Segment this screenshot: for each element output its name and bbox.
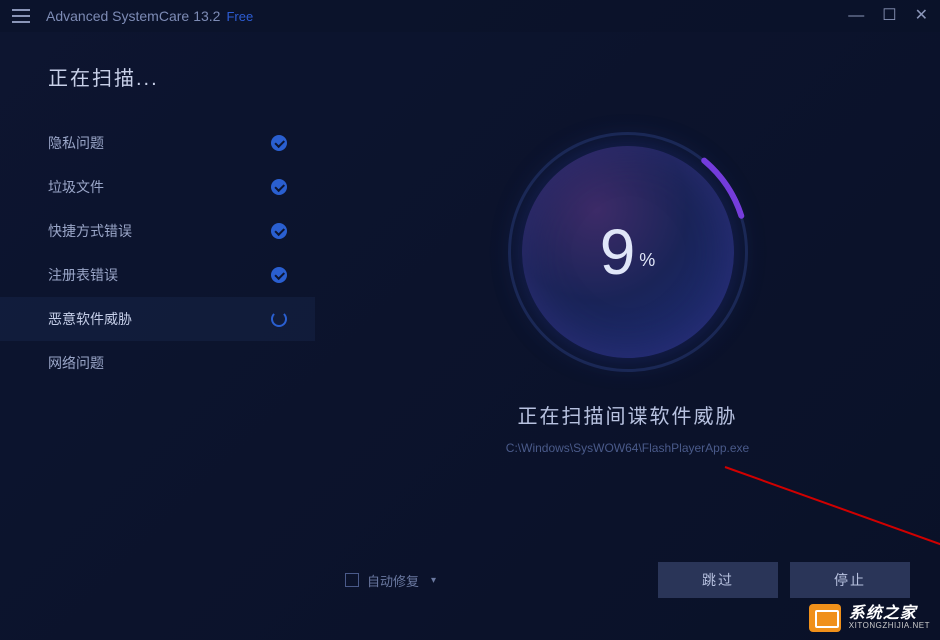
close-icon[interactable]: ✕	[915, 8, 928, 24]
scan-status-title: 正在扫描间谍软件威胁	[518, 400, 738, 429]
bottom-bar: 自动修复 ▾ 跳过 停止	[315, 562, 910, 598]
main-panel: 9 % 正在扫描间谍软件威胁 C:\Windows\SysWOW64\Flash…	[315, 32, 940, 640]
scan-item-malware[interactable]: 恶意软件威胁	[0, 297, 315, 341]
scanning-title: 正在扫描...	[0, 62, 315, 91]
check-icon	[271, 135, 287, 151]
scan-item-junk[interactable]: 垃圾文件	[0, 165, 315, 209]
app-version: 13.2	[193, 8, 220, 24]
maximize-icon[interactable]: ☐	[882, 8, 896, 24]
scan-item-label: 隐私问题	[48, 133, 271, 153]
auto-fix-label: 自动修复	[367, 571, 419, 590]
ring-inner: 9 %	[522, 146, 734, 358]
window-controls: — ☐ ✕	[848, 8, 928, 24]
scan-item-label: 注册表错误	[48, 265, 271, 285]
sidebar: 正在扫描... 隐私问题 垃圾文件 快捷方式错误 注册表错误 恶意软件威胁 网络…	[0, 32, 315, 640]
scan-item-label: 恶意软件威胁	[48, 309, 271, 329]
scan-current-path: C:\Windows\SysWOW64\FlashPlayerApp.exe	[506, 441, 749, 455]
progress-percent: 9	[600, 215, 636, 289]
watermark: 系统之家 XITONGZHIJIA.NET	[809, 604, 930, 632]
watermark-text-en: XITONGZHIJIA.NET	[849, 622, 930, 631]
check-icon	[271, 223, 287, 239]
auto-fix-option[interactable]: 自动修复 ▾	[345, 571, 436, 590]
check-icon	[271, 179, 287, 195]
stop-button[interactable]: 停止	[790, 562, 910, 598]
percent-sign: %	[639, 250, 655, 271]
spinner-icon	[271, 311, 287, 327]
titlebar: Advanced SystemCare 13.2 Free — ☐ ✕	[0, 0, 940, 32]
scan-item-network[interactable]: 网络问题	[0, 341, 315, 385]
scan-item-shortcut[interactable]: 快捷方式错误	[0, 209, 315, 253]
scan-item-registry[interactable]: 注册表错误	[0, 253, 315, 297]
checkbox-icon[interactable]	[345, 573, 359, 587]
watermark-text-cn: 系统之家	[849, 605, 930, 623]
skip-button[interactable]: 跳过	[658, 562, 778, 598]
check-icon	[271, 267, 287, 283]
scan-item-label: 快捷方式错误	[48, 221, 271, 241]
app-name: Advanced SystemCare	[46, 8, 189, 24]
progress-ring: 9 %	[508, 132, 748, 372]
chevron-down-icon[interactable]: ▾	[431, 575, 436, 586]
scan-item-label: 垃圾文件	[48, 177, 271, 197]
scan-item-privacy[interactable]: 隐私问题	[0, 121, 315, 165]
app-edition[interactable]: Free	[226, 9, 253, 24]
minimize-icon[interactable]: —	[848, 8, 864, 24]
watermark-logo-icon	[809, 604, 841, 632]
hamburger-menu-icon[interactable]	[12, 9, 30, 23]
scan-item-label: 网络问题	[48, 353, 287, 373]
